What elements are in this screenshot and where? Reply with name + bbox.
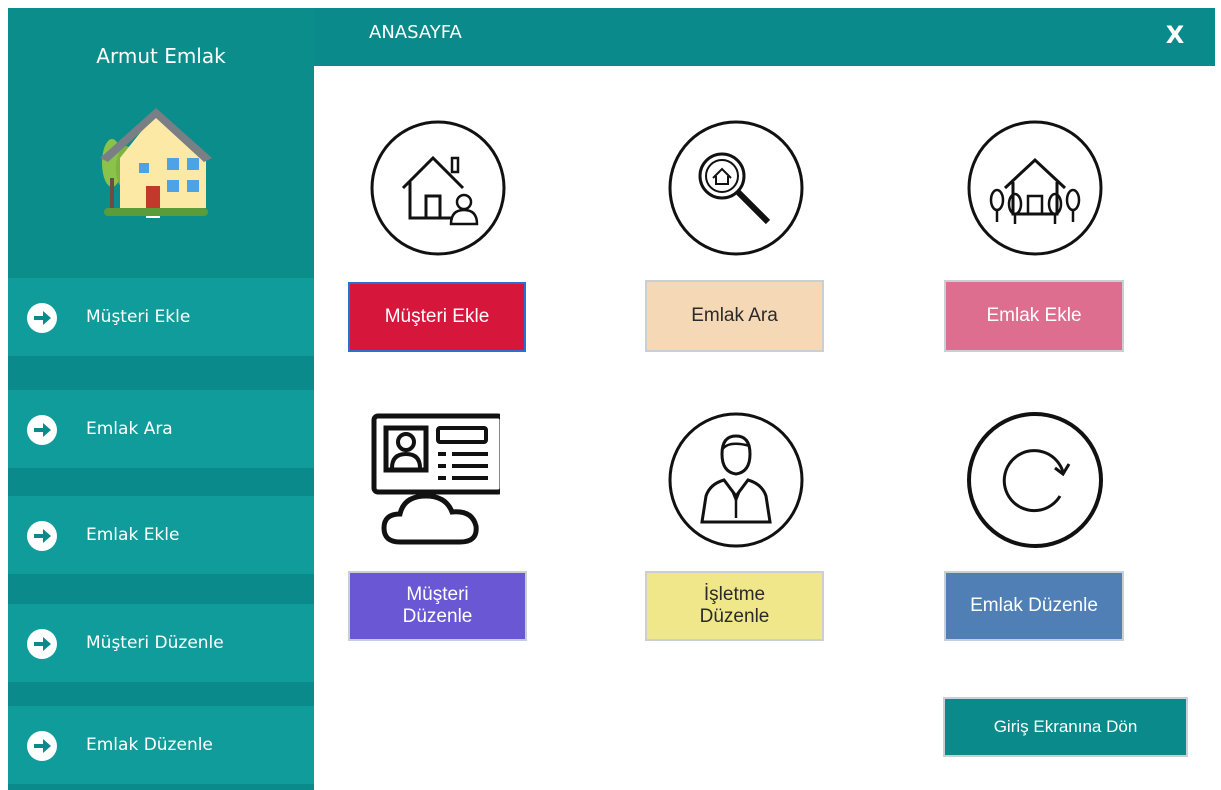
sidebar-item-label: Müşteri Ekle	[86, 307, 191, 327]
isletme-duzenle-button-label: İşletme Düzenle	[699, 584, 770, 627]
arrow-right-circle-icon	[27, 731, 57, 761]
house-person-icon	[370, 120, 506, 256]
sidebar-item-emlak-ekle[interactable]: Emlak Ekle	[8, 496, 314, 574]
sidebar: Armut Emlak Müşteri Ekle Emlak Ara Emlak…	[8, 8, 314, 790]
sidebar-item-musteri-duzenle[interactable]: Müşteri Düzenle	[8, 604, 314, 682]
sidebar-item-label: Emlak Ara	[86, 419, 173, 439]
sidebar-item-musteri-ekle[interactable]: Müşteri Ekle	[8, 278, 314, 356]
profile-card-cloud-icon	[371, 413, 500, 545]
arrow-right-circle-icon	[27, 303, 57, 333]
brand-panel: Armut Emlak	[8, 8, 314, 278]
emlak-duzenle-button-label: Emlak Düzenle	[970, 595, 1098, 617]
emlak-ara-button[interactable]: Emlak Ara	[645, 280, 824, 352]
house-logo-icon	[100, 108, 212, 218]
businessman-icon	[668, 412, 804, 548]
musteri-ekle-button-label: Müşteri Ekle	[384, 306, 490, 328]
page-title: ANASAYFA	[369, 22, 462, 43]
header-bar: ANASAYFA X	[314, 8, 1215, 66]
house-search-icon	[668, 120, 804, 256]
musteri-duzenle-button[interactable]: Müşteri Düzenle	[348, 571, 527, 641]
emlak-ara-button-label: Emlak Ara	[691, 305, 778, 327]
arrow-right-circle-icon	[27, 415, 57, 445]
sidebar-item-emlak-ara[interactable]: Emlak Ara	[8, 390, 314, 468]
sidebar-item-label: Emlak Ekle	[86, 525, 180, 545]
sidebar-item-label: Emlak Düzenle	[86, 735, 213, 755]
musteri-duzenle-button-label: Müşteri Düzenle	[402, 584, 473, 627]
sidebar-item-emlak-duzenle[interactable]: Emlak Düzenle	[8, 706, 314, 784]
sidebar-item-label: Müşteri Düzenle	[86, 633, 224, 653]
back-to-login-button[interactable]: Giriş Ekranına Dön	[943, 697, 1188, 757]
house-trees-icon	[967, 120, 1103, 256]
emlak-ekle-button-label: Emlak Ekle	[986, 305, 1082, 327]
refresh-circle-icon	[967, 412, 1103, 548]
emlak-duzenle-button[interactable]: Emlak Düzenle	[944, 571, 1124, 641]
brand-title: Armut Emlak	[96, 44, 226, 68]
isletme-duzenle-button[interactable]: İşletme Düzenle	[645, 571, 824, 641]
musteri-ekle-button[interactable]: Müşteri Ekle	[348, 282, 526, 352]
close-button[interactable]: X	[1160, 20, 1190, 50]
arrow-right-circle-icon	[27, 521, 57, 551]
emlak-ekle-button[interactable]: Emlak Ekle	[944, 280, 1124, 352]
arrow-right-circle-icon	[27, 629, 57, 659]
